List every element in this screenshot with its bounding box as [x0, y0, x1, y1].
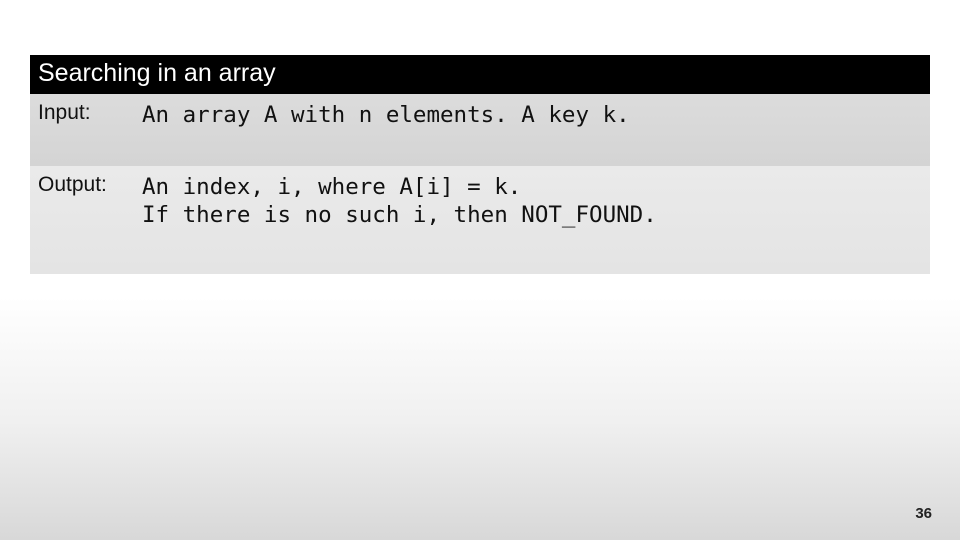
io-row-input: Input: An array A with n elements. A key…	[30, 94, 930, 166]
io-row-output: Output: An index, i, where A[i] = k. If …	[30, 166, 930, 274]
output-value: An index, i, where A[i] = k. If there is…	[138, 166, 930, 274]
output-label: Output:	[30, 166, 138, 274]
page-number: 36	[915, 505, 932, 522]
slide-title: Searching in an array	[30, 55, 930, 94]
input-value: An array A with n elements. A key k.	[138, 94, 930, 166]
slide-content: Searching in an array Input: An array A …	[0, 0, 960, 274]
input-label: Input:	[30, 94, 138, 166]
